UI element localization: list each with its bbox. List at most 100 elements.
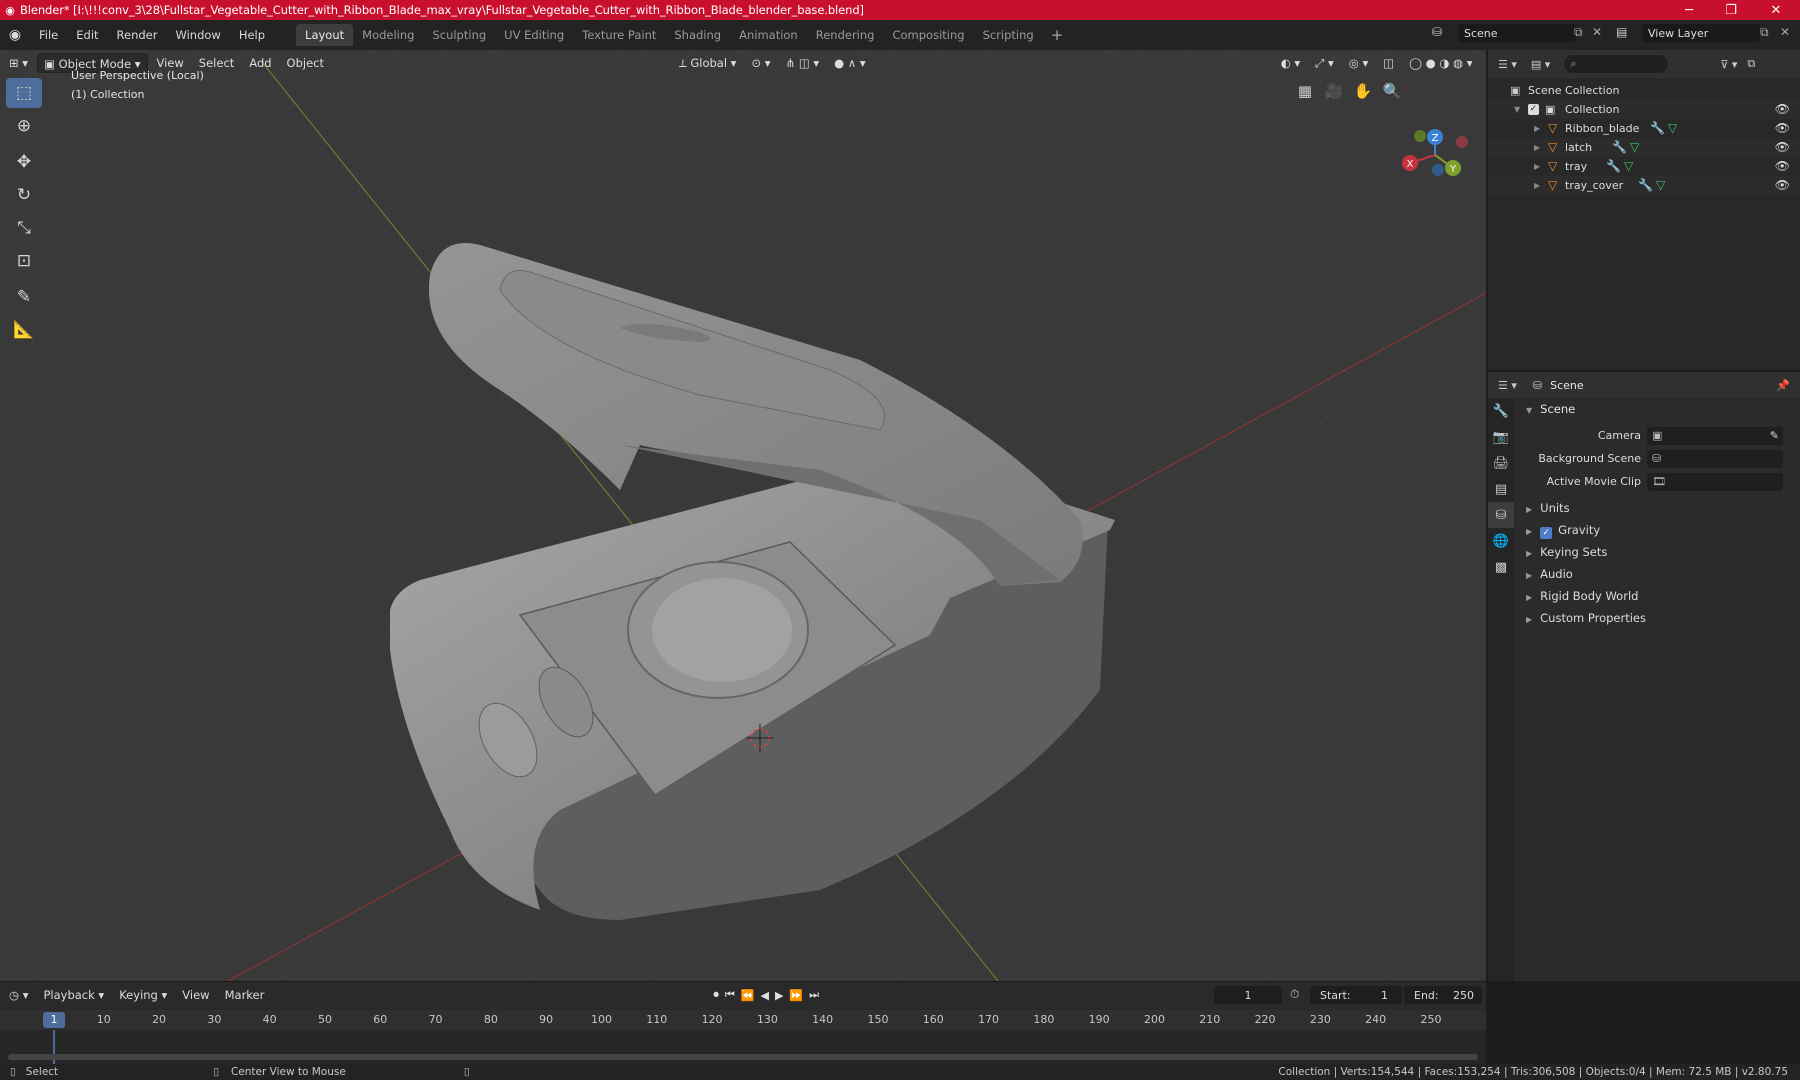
outliner-scene-collection[interactable]: ▣ Scene Collection: [1488, 81, 1800, 100]
audio-panel[interactable]: ▶ Audio: [1516, 563, 1800, 585]
close-button[interactable]: ✕: [1755, 0, 1797, 20]
toggle-grid-icon[interactable]: ▦: [1293, 79, 1317, 103]
timeline-scrollbar[interactable]: [8, 1054, 1478, 1060]
display-mode-icon[interactable]: ▤ ▾: [1531, 58, 1550, 71]
menu-render[interactable]: Render: [108, 28, 167, 42]
minimize-button[interactable]: ─: [1668, 0, 1710, 20]
editor-type-icon[interactable]: ⊞ ▾: [3, 53, 34, 73]
add-workspace-button[interactable]: +: [1043, 26, 1072, 44]
frame-ruler[interactable]: 1 10 20 30 40 50 60 70 80 90 100 110 120 130 140 150 160…: [0, 1010, 1486, 1030]
view-layer-tab-icon[interactable]: ▤: [1488, 476, 1514, 502]
new-scene-icon[interactable]: ⧉: [1574, 25, 1583, 40]
scene-panel-header[interactable]: ▼ Scene: [1516, 398, 1800, 420]
zoom-view-icon[interactable]: 🔍: [1380, 79, 1404, 103]
timeline-view-menu[interactable]: View: [176, 985, 215, 1005]
rigid-body-world-panel[interactable]: ▶ Rigid Body World: [1516, 585, 1800, 607]
pin-icon[interactable]: 📌: [1776, 379, 1790, 392]
tab-sculpting[interactable]: Sculpting: [423, 24, 495, 46]
end-frame-field[interactable]: End: 250: [1404, 986, 1482, 1004]
add-menu[interactable]: Add: [243, 53, 277, 73]
scale-tool-icon[interactable]: ⤡: [6, 213, 42, 243]
eyedropper-icon[interactable]: ✎: [1770, 429, 1779, 442]
object-visibility-icon[interactable]: 👁: [1775, 157, 1790, 176]
camera-field[interactable]: ▣ ✎: [1647, 426, 1783, 445]
3d-viewport[interactable]: Z X Y ⊞ ▾ ▣ Object Mode ▾ View Select Ad…: [0, 50, 1486, 981]
select-box-tool-icon[interactable]: ⬚: [6, 78, 42, 108]
play-icon[interactable]: ▶: [775, 989, 783, 1002]
view-layer-selector[interactable]: View Layer: [1642, 24, 1760, 42]
maximize-button[interactable]: ❐: [1710, 0, 1752, 20]
annotate-tool-icon[interactable]: ✎: [6, 282, 42, 312]
outliner-object-row[interactable]: ▶ ▽ latch 🔧 ▽ 👁: [1488, 138, 1800, 157]
cursor-tool-icon[interactable]: ⊕: [6, 111, 42, 141]
modifier-icon[interactable]: 🔧: [1650, 119, 1665, 138]
jump-start-icon[interactable]: ⏮: [725, 988, 735, 1002]
marker-menu[interactable]: Marker: [219, 985, 271, 1005]
menu-file[interactable]: File: [30, 28, 67, 42]
menu-window[interactable]: Window: [166, 28, 229, 42]
modifier-icon[interactable]: 🔧: [1638, 176, 1653, 195]
prev-keyframe-icon[interactable]: ⏪: [741, 989, 755, 1002]
current-frame-field[interactable]: 1: [1214, 986, 1282, 1004]
camera-view-icon[interactable]: 🎥: [1322, 79, 1346, 103]
start-frame-field[interactable]: Start: 1: [1310, 986, 1402, 1004]
new-view-layer-icon[interactable]: ⧉: [1760, 25, 1769, 40]
collection-expand-icon[interactable]: ▼: [1514, 100, 1520, 119]
overlay-toggle-icon[interactable]: ◎ ▾: [1343, 53, 1374, 73]
outliner-object-row[interactable]: ▶ ▽ Ribbon_blade 🔧 ▽ 👁: [1488, 119, 1800, 138]
scene-selector[interactable]: Scene: [1458, 24, 1576, 42]
expand-icon[interactable]: ▶: [1534, 176, 1540, 195]
tab-animation[interactable]: Animation: [730, 24, 807, 46]
filter-icon[interactable]: ⊽ ▾: [1720, 58, 1737, 71]
keying-sets-panel[interactable]: ▶ Keying Sets: [1516, 541, 1800, 563]
collection-checkbox[interactable]: ✓: [1528, 104, 1539, 115]
pivot-point-icon[interactable]: ⊙ ▾: [745, 53, 776, 73]
current-frame-indicator[interactable]: 1: [43, 1012, 65, 1028]
object-visibility-icon[interactable]: 👁: [1775, 119, 1790, 138]
jump-end-icon[interactable]: ⏭: [809, 988, 819, 1002]
mesh-data-icon[interactable]: ▽: [1656, 176, 1665, 195]
properties-editor-type-icon[interactable]: ☰ ▾: [1498, 379, 1517, 392]
outliner-object-row[interactable]: ▶ ▽ tray 🔧 ▽ 👁: [1488, 157, 1800, 176]
new-collection-icon[interactable]: ⧉: [1747, 57, 1755, 71]
tab-texture-paint[interactable]: Texture Paint: [573, 24, 665, 46]
background-scene-field[interactable]: ⛁: [1647, 449, 1783, 468]
gizmo-toggle-icon[interactable]: ⤢ ▾: [1309, 53, 1340, 73]
proportional-edit-icon[interactable]: ● ∧ ▾: [828, 53, 872, 73]
timeline-editor-type-icon[interactable]: ◷ ▾: [3, 985, 34, 1005]
tab-shading[interactable]: Shading: [665, 24, 730, 46]
outliner-search-input[interactable]: ⌕: [1564, 55, 1669, 73]
delete-view-layer-icon[interactable]: ✕: [1780, 25, 1790, 39]
tab-compositing[interactable]: Compositing: [883, 24, 973, 46]
modifier-icon[interactable]: 🔧: [1606, 157, 1621, 176]
outliner-object-row[interactable]: ▶ ▽ tray_cover 🔧 ▽ 👁: [1488, 176, 1800, 195]
delete-scene-icon[interactable]: ✕: [1592, 25, 1602, 39]
custom-properties-panel[interactable]: ▶ Custom Properties: [1516, 607, 1800, 629]
outliner-collection[interactable]: ▼ ✓ ▣ Collection 👁: [1488, 100, 1800, 119]
blender-menu-icon[interactable]: ◉: [0, 27, 30, 43]
expand-icon[interactable]: ▶: [1534, 157, 1540, 176]
playback-menu[interactable]: Playback ▾: [37, 985, 110, 1005]
measure-tool-icon[interactable]: 📐: [6, 315, 42, 345]
transform-orientation[interactable]: ⟂ Global ▾: [673, 53, 742, 73]
object-visibility-icon[interactable]: 👁: [1775, 176, 1790, 195]
xray-icon[interactable]: ◫: [1377, 53, 1400, 73]
keying-menu[interactable]: Keying ▾: [113, 985, 173, 1005]
tab-scripting[interactable]: Scripting: [974, 24, 1043, 46]
mesh-data-icon[interactable]: ▽: [1668, 119, 1677, 138]
view-layer-icon[interactable]: ▤: [1616, 25, 1627, 39]
texture-tab-icon[interactable]: ▩: [1488, 554, 1514, 580]
render-tab-icon[interactable]: 📷: [1488, 424, 1514, 450]
shading-modes-icon[interactable]: ◯ ● ◑ ◍ ▾: [1403, 53, 1478, 73]
mesh-data-icon[interactable]: ▽: [1630, 138, 1639, 157]
scene-icon[interactable]: ⛁: [1432, 25, 1442, 39]
object-visibility-icon[interactable]: 👁: [1775, 138, 1790, 157]
gravity-panel[interactable]: ▶ ✓ Gravity: [1516, 519, 1800, 541]
pan-view-icon[interactable]: ✋: [1351, 79, 1375, 103]
tab-uv-editing[interactable]: UV Editing: [495, 24, 573, 46]
play-reverse-icon[interactable]: ◀: [760, 989, 768, 1002]
transform-tool-icon[interactable]: ⊡: [6, 246, 42, 276]
tool-tab-icon[interactable]: 🔧: [1488, 398, 1514, 424]
object-menu[interactable]: Object: [281, 53, 330, 73]
world-tab-icon[interactable]: 🌐: [1488, 528, 1514, 554]
